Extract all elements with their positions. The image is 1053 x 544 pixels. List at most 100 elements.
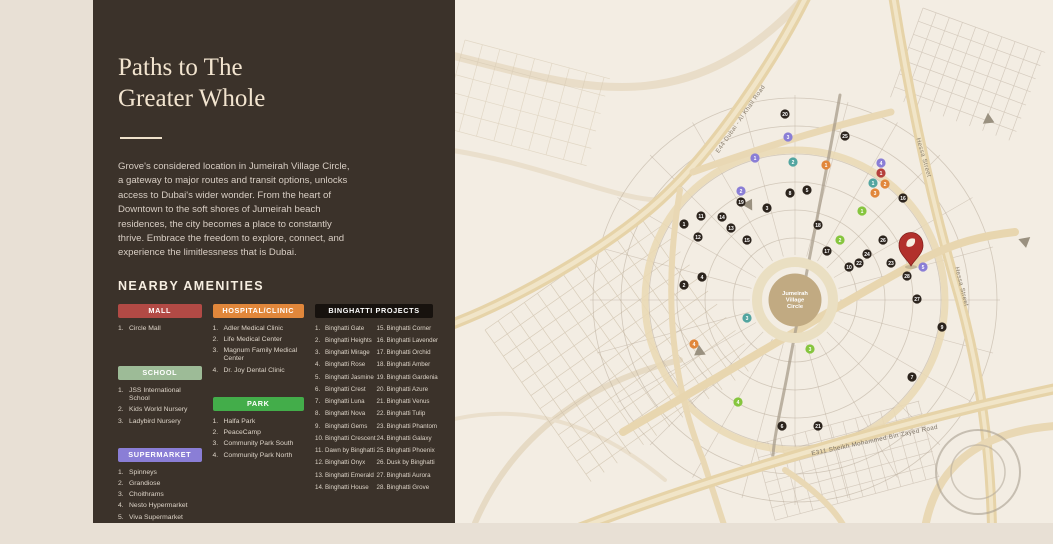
svg-text:22: 22 xyxy=(856,261,862,267)
svg-text:26: 26 xyxy=(880,238,886,244)
amenity-item-number: 21. xyxy=(377,398,387,405)
svg-text:10: 10 xyxy=(846,265,852,271)
svg-text:11: 11 xyxy=(698,214,704,220)
map-marker-binghatti-5: 5 xyxy=(802,185,811,194)
amenity-item-number: 13. xyxy=(315,472,325,479)
amenity-item-name: Binghatti Azure xyxy=(387,386,434,393)
map-marker-binghatti-12: 12 xyxy=(693,232,702,241)
binghatti-list-column: 15.Binghatti Corner16.Binghatti Lavender… xyxy=(377,325,434,496)
amenity-item-name: Grandiose xyxy=(129,480,202,488)
amenity-item: 2.PeaceCamp xyxy=(213,429,304,437)
amenities-columns: MALL1.Circle MallSCHOOL1.JSS Internation… xyxy=(118,304,433,544)
amenity-item-number: 2. xyxy=(118,480,129,488)
svg-text:27: 27 xyxy=(914,297,920,303)
amenity-item-name: Binghatti Onyx xyxy=(325,459,372,466)
map-marker-binghatti-26: 26 xyxy=(878,235,887,244)
svg-text:9: 9 xyxy=(941,325,944,331)
amenity-item-name: Binghatti Gate xyxy=(325,325,372,332)
svg-text:16: 16 xyxy=(900,196,906,202)
amenity-item: 2.Life Medical Center xyxy=(213,336,304,344)
map-marker-binghatti-28: 28 xyxy=(902,271,911,280)
map-marker-binghatti-21: 21 xyxy=(813,421,822,430)
amenity-item: 8.Binghatti Nova xyxy=(315,410,372,417)
svg-text:15: 15 xyxy=(744,238,750,244)
svg-text:1: 1 xyxy=(825,163,828,169)
map-marker-park-1: 1 xyxy=(857,206,866,215)
map-marker-supermarket-2: 2 xyxy=(736,186,745,195)
amenity-item-number: 1. xyxy=(213,325,224,333)
map-marker-mall-1: 1 xyxy=(876,168,885,177)
svg-text:4: 4 xyxy=(701,275,704,281)
amenity-item-number: 23. xyxy=(377,423,387,430)
amenity-item-name: Binghatti Crest xyxy=(325,386,372,393)
map-marker-binghatti-16: 16 xyxy=(898,193,907,202)
map-marker-hospital-2: 2 xyxy=(880,179,889,188)
amenity-item: 4.Community Park North xyxy=(213,452,304,460)
amenity-item: 13.Binghatti Emerald xyxy=(315,472,372,479)
amenity-item: 3.Ladybird Nursery xyxy=(118,418,202,426)
amenity-item-name: Binghatti Lavender xyxy=(387,337,439,344)
amenity-item-name: Binghatti House xyxy=(325,484,372,491)
svg-text:23: 23 xyxy=(888,261,894,267)
amenity-item-name: Nesto Hypermarket xyxy=(129,502,202,510)
amenity-item-number: 18. xyxy=(377,361,387,368)
amenity-item-number: 20. xyxy=(377,386,387,393)
amenity-item-name: Binghatti Gems xyxy=(325,423,372,430)
map-marker-binghatti-19: 19 xyxy=(736,197,745,206)
amenity-item-number: 22. xyxy=(377,410,387,417)
map-marker-hospital-1: 1 xyxy=(821,160,830,169)
svg-text:2: 2 xyxy=(839,238,842,244)
amenity-item-name: Community Park North xyxy=(224,452,304,460)
category-list-mall: 1.Circle Mall xyxy=(118,325,202,333)
map-marker-binghatti-18: 18 xyxy=(813,220,822,229)
amenity-item-name: Binghatti Phantom xyxy=(387,423,438,430)
amenity-item-number: 25. xyxy=(377,447,387,454)
svg-text:2: 2 xyxy=(740,189,743,195)
amenity-item-number: 28. xyxy=(377,484,387,491)
category-supermarket: SUPERMARKET1.Spinneys2.Grandiose3.Choith… xyxy=(118,448,202,522)
amenity-item: 6.Binghatti Crest xyxy=(315,386,372,393)
amenity-item-name: Adler Medical Clinic xyxy=(224,325,304,333)
amenity-item-name: Binghatti Galaxy xyxy=(387,435,434,442)
amenity-item: 5.Binghatti Jasmine xyxy=(315,374,372,381)
amenity-item-number: 3. xyxy=(213,347,224,363)
amenity-item: 2.Kids World Nursery xyxy=(118,406,202,414)
svg-text:3: 3 xyxy=(787,135,790,141)
amenity-item-name: PeaceCamp xyxy=(224,429,304,437)
amenity-item-name: Binghatti Grove xyxy=(387,484,434,491)
amenity-item-number: 4. xyxy=(213,452,224,460)
map-marker-binghatti-23: 23 xyxy=(886,258,895,267)
amenity-item-name: Binghatti Orchid xyxy=(387,349,434,356)
amenity-item-number: 1. xyxy=(118,469,129,477)
map-marker-supermarket-3: 3 xyxy=(783,132,792,141)
map-marker-park-2: 2 xyxy=(835,235,844,244)
amenity-item: 2.Binghatti Heights xyxy=(315,337,372,344)
amenity-item: 10.Binghatti Crescent xyxy=(315,435,372,442)
amenity-item: 26.Dusk by Binghatti xyxy=(377,459,434,466)
svg-text:3: 3 xyxy=(766,206,769,212)
svg-text:4: 4 xyxy=(693,342,696,348)
category-list-hospital: 1.Adler Medical Clinic 2.Life Medical Cen… xyxy=(213,325,304,375)
category-header-park: PARK xyxy=(213,397,304,411)
amenities-column-1: MALL1.Circle MallSCHOOL1.JSS Internation… xyxy=(118,304,202,544)
amenity-item-name: Ladybird Nursery xyxy=(129,418,202,426)
map-marker-binghatti-24: 24 xyxy=(862,249,871,258)
amenity-item-number: 4. xyxy=(118,502,129,510)
title-divider xyxy=(120,137,162,139)
amenity-item-name: Binghatti Gardenia xyxy=(387,374,438,381)
amenity-item: 25.Binghatti Phoenix xyxy=(377,447,434,454)
map-marker-school-1: 1 xyxy=(868,178,877,187)
amenity-item: 15.Binghatti Corner xyxy=(377,325,434,332)
amenity-item-number: 2. xyxy=(213,336,224,344)
amenity-item-number: 3. xyxy=(213,440,224,448)
svg-text:1: 1 xyxy=(872,181,875,187)
amenity-item: 11.Dawn by Binghatti xyxy=(315,447,372,454)
amenity-item: 1.Halfa Park xyxy=(213,418,304,426)
amenity-item-name: Binghatti Corner xyxy=(387,325,434,332)
svg-text:7: 7 xyxy=(911,375,914,381)
map-marker-binghatti-11: 11 xyxy=(696,211,705,220)
svg-text:3: 3 xyxy=(874,191,877,197)
amenity-item: 5.Viva Supermarket xyxy=(118,514,202,522)
map-marker-binghatti-1: 1 xyxy=(679,219,688,228)
amenity-item-name: Binghatti Tulip xyxy=(387,410,434,417)
